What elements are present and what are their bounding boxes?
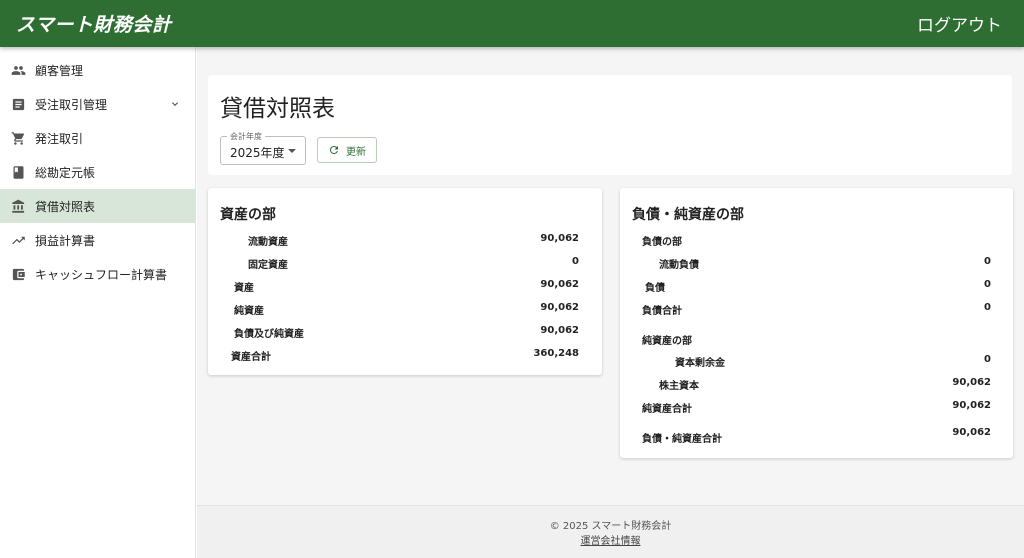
page-title: 貸借対照表 (220, 96, 335, 122)
sidebar-item-purchase[interactable]: 発注取引 (0, 121, 195, 155)
trending-up-icon (10, 232, 26, 248)
row-value: 90,062 (540, 233, 579, 244)
sidebar-item-label: 顧客管理 (35, 63, 84, 78)
cart-icon (10, 130, 26, 146)
bank-icon (10, 198, 26, 214)
row-label: 資産合計 (231, 352, 271, 363)
row-label: 負債の部 (642, 237, 682, 248)
liabilities-card: 負債・純資産の部 負債の部 流動負債 0 負債 0 負債合計 0 純資産の部 資… (620, 188, 1013, 458)
row-value: 0 (984, 354, 991, 365)
sidebar-item-label: キャッシュフロー計算書 (35, 267, 168, 282)
sidebar-item-label: 総勘定元帳 (35, 165, 96, 180)
row-value: 0 (984, 302, 991, 313)
row-value: 360,248 (533, 348, 579, 359)
book-icon (10, 164, 26, 180)
chevron-down-icon[interactable] (169, 98, 181, 110)
refresh-button[interactable]: 更新 (317, 137, 377, 163)
sidebar-item-cash-flow[interactable]: キャッシュフロー計算書 (0, 257, 195, 291)
list-icon (10, 96, 26, 112)
main-content: 貸借対照表 会計年度 2025年度 更新 資産の部 流動資産 90,062 固定… (197, 47, 1024, 505)
row-label: 負債及び純資産 (234, 329, 304, 340)
sidebar-item-orders[interactable]: 受注取引管理 (0, 87, 195, 121)
row-value: 90,062 (540, 302, 579, 313)
row-label: 純資産の部 (642, 336, 692, 347)
row-label: 資産 (234, 283, 254, 294)
liabilities-title: 負債・純資産の部 (632, 207, 744, 223)
row-value: 0 (572, 256, 579, 267)
row-label: 負債 (645, 283, 665, 294)
logout-button[interactable]: ログアウト (917, 11, 1002, 36)
sidebar: 顧客管理 受注取引管理 発注取引 総勘定元帳 貸借対照表 損益計算書 キャッシュ… (0, 47, 196, 558)
app-brand[interactable]: スマート財務会計 (16, 10, 171, 37)
sidebar-item-ledger[interactable]: 総勘定元帳 (0, 155, 195, 189)
row-value: 90,062 (952, 400, 991, 411)
fiscal-year-label: 会計年度 (227, 131, 265, 142)
sidebar-item-label: 損益計算書 (35, 233, 96, 248)
people-icon (10, 62, 26, 78)
refresh-icon (330, 146, 338, 154)
row-label: 流動資産 (248, 237, 288, 248)
caret-down-icon (288, 149, 296, 153)
sidebar-item-balance-sheet[interactable]: 貸借対照表 (0, 189, 195, 223)
sidebar-item-label: 受注取引管理 (35, 97, 108, 112)
row-value: 90,062 (952, 427, 991, 438)
sidebar-item-customers[interactable]: 顧客管理 (0, 53, 195, 87)
company-info-link[interactable]: 運営会社情報 (197, 532, 1024, 547)
sidebar-item-income-statement[interactable]: 損益計算書 (0, 223, 195, 257)
row-label: 負債・純資産合計 (642, 434, 722, 445)
row-label: 株主資本 (659, 381, 699, 392)
row-value: 90,062 (540, 325, 579, 336)
row-value: 0 (984, 279, 991, 290)
row-label: 資本剰余金 (675, 358, 725, 369)
row-label: 負債合計 (642, 306, 682, 317)
row-label: 純資産合計 (642, 404, 692, 415)
wallet-icon (10, 266, 26, 282)
fiscal-year-value: 2025年度 (230, 146, 285, 160)
row-label: 固定資産 (248, 260, 288, 271)
page-header-card: 貸借対照表 会計年度 2025年度 更新 (208, 75, 1012, 175)
row-value: 90,062 (540, 279, 579, 290)
refresh-label: 更新 (346, 146, 366, 158)
fiscal-year-select[interactable]: 会計年度 2025年度 (220, 131, 306, 165)
top-app-bar: スマート財務会計 ログアウト (0, 0, 1024, 47)
assets-title: 資産の部 (220, 207, 276, 223)
row-label: 流動負債 (659, 260, 699, 271)
sidebar-item-label: 貸借対照表 (35, 199, 96, 214)
footer: © 2025 スマート財務会計 運営会社情報 (197, 505, 1024, 558)
row-value: 0 (984, 256, 991, 267)
row-label: 純資産 (234, 306, 264, 317)
copyright-text: © 2025 スマート財務会計 (549, 521, 672, 532)
row-value: 90,062 (952, 377, 991, 388)
sidebar-item-label: 発注取引 (35, 131, 84, 146)
assets-card: 資産の部 流動資産 90,062 固定資産 0 資産 90,062 純資産 90… (208, 188, 602, 375)
